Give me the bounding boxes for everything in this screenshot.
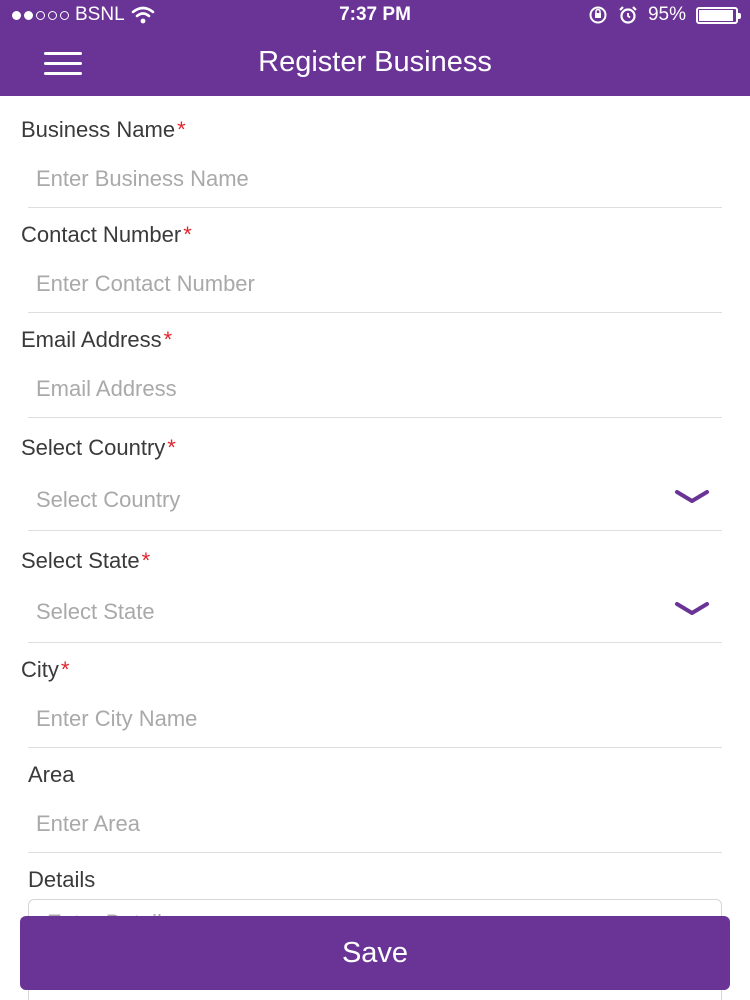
business-name-label: Business Name* [21,117,186,143]
country-label: Select Country* [21,435,176,461]
battery-icon [696,6,741,24]
business-name-label-text: Business Name [21,117,176,142]
details-label-text: Details [28,867,96,892]
contact-number-label: Contact Number* [21,222,192,248]
country-label-text: Select Country [21,435,166,460]
city-label: City* [21,657,69,683]
battery-fill [699,9,734,21]
state-select[interactable]: Select State [28,581,722,643]
required-marker: * [167,435,176,460]
state-label: Select State* [21,548,150,574]
state-select-placeholder: Select State [36,598,155,624]
area-label-text: Area [28,762,75,787]
city-label-text: City [21,657,59,682]
email-label: Email Address* [21,327,172,353]
email-input[interactable] [28,360,722,418]
required-marker: * [177,117,186,142]
contact-number-input[interactable] [28,255,722,313]
battery-percent: 95% [647,4,686,25]
required-marker: * [183,222,192,247]
contact-number-label-text: Contact Number [21,222,182,247]
business-name-input[interactable] [28,150,722,208]
required-marker: * [60,657,70,682]
required-marker: * [163,327,173,352]
save-button[interactable]: Save [20,916,730,990]
state-label-text: Select State [21,548,140,573]
status-right: 95% [588,4,741,26]
page-title: Register Business [258,46,492,78]
country-select-placeholder: Select Country [36,486,181,512]
details-label: Details [28,867,95,893]
country-select[interactable]: Select Country [28,469,722,531]
app-header: BSNL 7:37 PM 95% Register Business [0,0,750,96]
area-input[interactable] [28,795,722,853]
city-input[interactable] [28,690,722,748]
required-marker: * [141,548,151,573]
status-bar: BSNL 7:37 PM 95% [0,0,750,30]
chevron-down-icon [675,602,709,615]
area-label: Area [28,762,74,788]
email-label-text: Email Address [21,327,162,352]
rotation-lock-icon [589,6,607,24]
chevron-down-icon [675,490,709,503]
alarm-icon [619,6,637,24]
